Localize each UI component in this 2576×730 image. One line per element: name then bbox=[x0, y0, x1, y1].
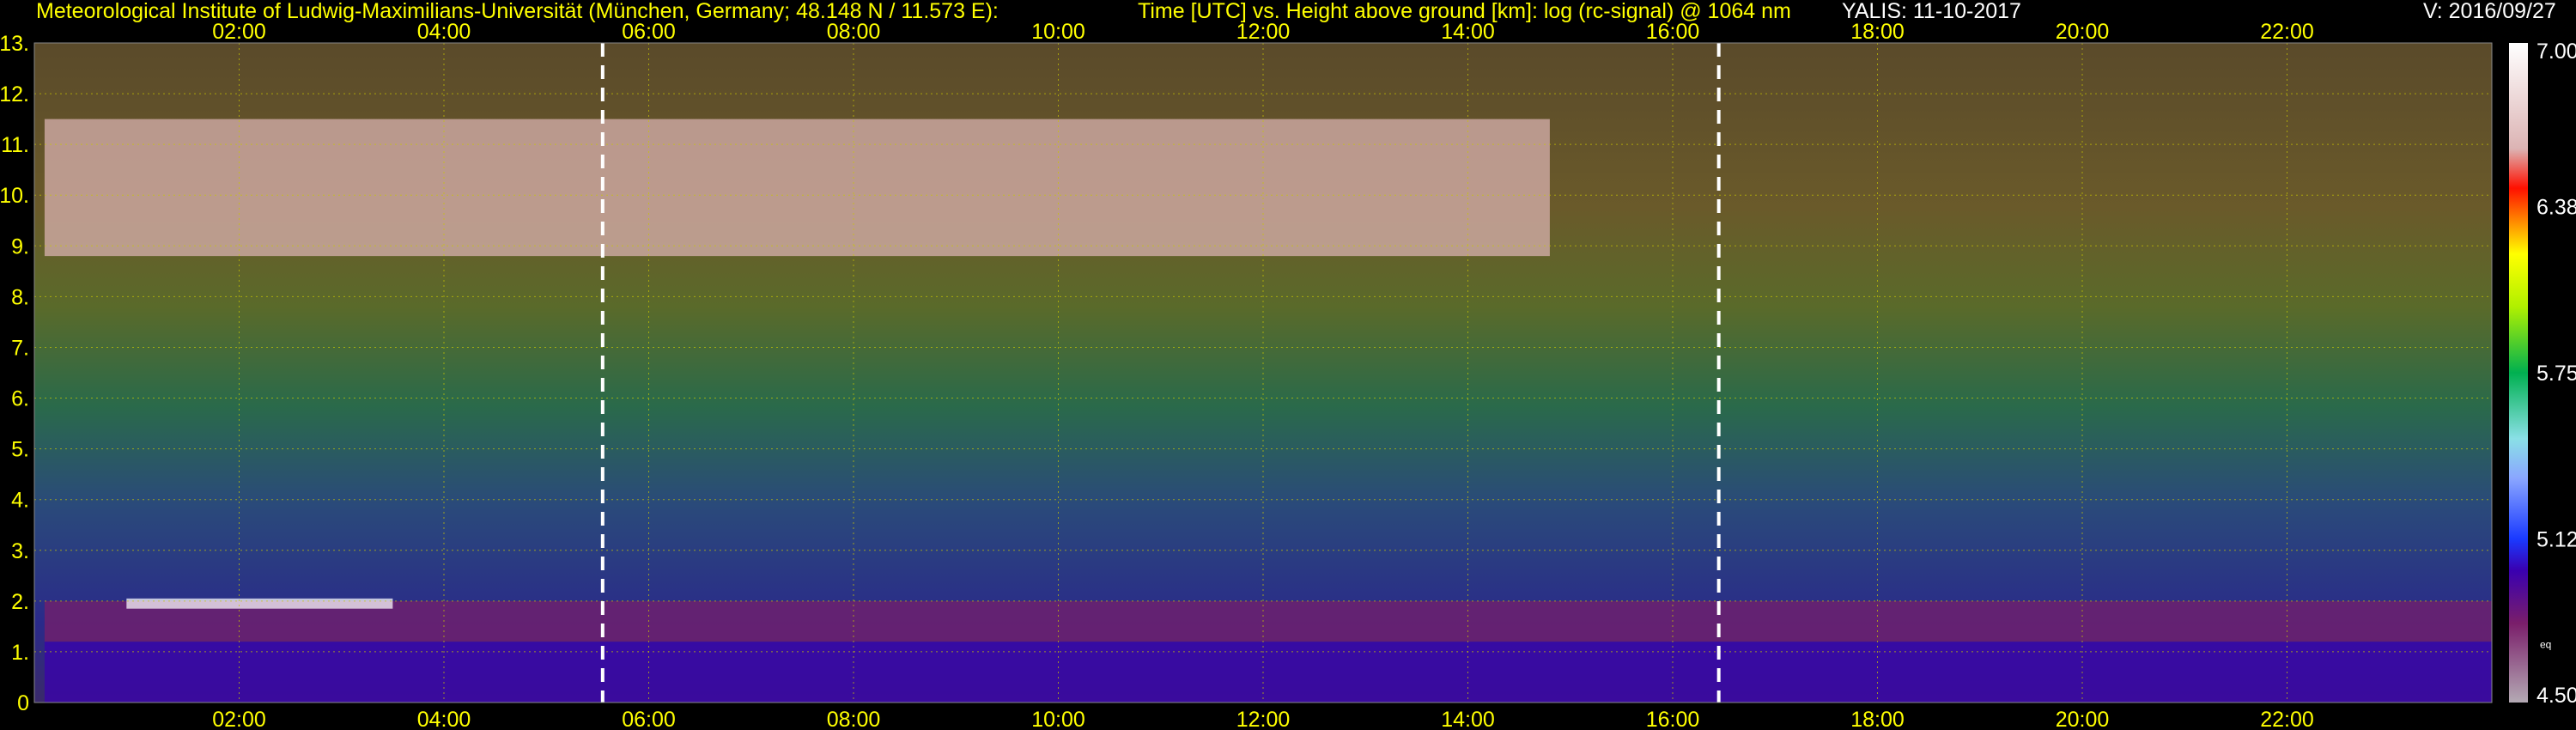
y-tick-label: 3. bbox=[11, 539, 29, 563]
x-tick-label-top: 20:00 bbox=[2056, 20, 2110, 44]
lidar-chart: 01.2.3.4.5.6.7.8.9.10.11.12.13. 02:0002:0… bbox=[0, 20, 2576, 730]
y-tick-label: 5. bbox=[11, 438, 29, 462]
x-tick-label-top: 10:00 bbox=[1031, 20, 1085, 44]
colorbar-tick-label: 6.38 bbox=[2537, 195, 2576, 219]
y-tick-label: 9. bbox=[11, 234, 29, 259]
x-tick-label-bottom: 04:00 bbox=[417, 708, 471, 730]
x-tick-label-bottom: 06:00 bbox=[622, 708, 676, 730]
y-tick-label: 2. bbox=[11, 590, 29, 614]
x-tick-label-bottom: 18:00 bbox=[1850, 708, 1905, 730]
x-tick-label-bottom: 08:00 bbox=[827, 708, 881, 730]
y-tick-label: 10. bbox=[0, 184, 29, 208]
layer-cloud-base bbox=[126, 598, 393, 609]
y-tick-label: 11. bbox=[1, 133, 29, 157]
x-tick-label-bottom: 22:00 bbox=[2260, 708, 2314, 730]
x-tick-label-bottom: 12:00 bbox=[1236, 708, 1291, 730]
y-tick-label: 4. bbox=[11, 489, 29, 513]
x-tick-label-bottom: 16:00 bbox=[1646, 708, 1700, 730]
version-label: V: 2016/09/27 bbox=[2423, 0, 2556, 23]
y-tick-label: 8. bbox=[11, 285, 29, 309]
colorbar-tick-label: 7.00 bbox=[2537, 40, 2576, 64]
y-tick-label: 7. bbox=[11, 336, 29, 360]
y-tick-label: 13. bbox=[0, 32, 29, 56]
instrument-date-label: YALIS: 11-10-2017 bbox=[1842, 0, 2021, 23]
x-tick-label-bottom: 10:00 bbox=[1031, 708, 1085, 730]
y-tick-label: 1. bbox=[11, 641, 29, 665]
institute-label: Meteorological Institute of Ludwig-Maxim… bbox=[36, 0, 999, 23]
x-tick-label-bottom: 20:00 bbox=[2056, 708, 2110, 730]
x-tick-label-bottom: 14:00 bbox=[1441, 708, 1495, 730]
x-tick-label-top: 22:00 bbox=[2260, 20, 2314, 44]
colorbar-extra-label: eq bbox=[2540, 638, 2551, 650]
chart-title: Time [UTC] vs. Height above ground [km]:… bbox=[1138, 0, 1791, 23]
y-tick-label: 12. bbox=[0, 82, 29, 106]
x-tick-label-bottom: 02:00 bbox=[212, 708, 266, 730]
layer-residual-layer bbox=[44, 600, 2492, 642]
layer-boundary-layer-aerosol bbox=[44, 642, 2492, 703]
colorbar-tick-label: 4.50 bbox=[2537, 684, 2576, 708]
y-tick-label: 0 bbox=[17, 691, 29, 715]
layer-cirrus bbox=[44, 119, 1550, 257]
y-tick-label: 6. bbox=[11, 387, 29, 411]
colorbar bbox=[2509, 43, 2528, 703]
colorbar-tick-label: 5.75 bbox=[2537, 362, 2576, 386]
colorbar-tick-label: 5.12 bbox=[2537, 528, 2576, 552]
